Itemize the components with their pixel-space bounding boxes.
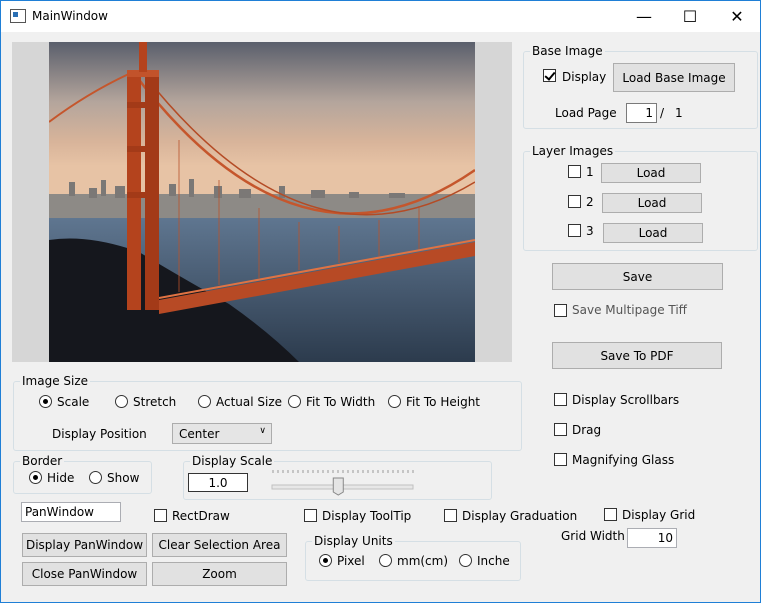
layer-2-checkbox[interactable] <box>568 195 581 208</box>
base-image-title: Base Image <box>530 44 605 58</box>
page-separator: / <box>660 106 665 120</box>
actual-size-label: Actual Size <box>216 395 283 409</box>
display-pan-window-button[interactable]: Display PanWindow <box>22 533 147 557</box>
fit-to-height-label: Fit To Height <box>406 395 480 409</box>
chevron-down-icon: ∨ <box>259 426 266 436</box>
slider-ticks <box>272 470 414 473</box>
layer-1-load-button[interactable]: Load <box>601 163 701 183</box>
border-hide-label: Hide <box>47 471 75 485</box>
display-scale-group: Display Scale <box>183 454 492 500</box>
display-position-value: Center <box>179 427 220 441</box>
image-size-group: Image Size Scale Stretch Actual Size Fit… <box>13 374 522 451</box>
display-base-checkbox[interactable] <box>543 69 556 82</box>
border-show-radio[interactable] <box>89 471 102 484</box>
magnifying-glass-label: Magnifying Glass <box>572 453 675 467</box>
display-base-label: Display <box>562 70 607 84</box>
grid-width-input[interactable] <box>627 528 677 548</box>
mm-cm-radio[interactable] <box>379 554 392 567</box>
display-position-combo[interactable]: Center ∨ <box>172 423 272 444</box>
display-tooltip-label: Display ToolTip <box>322 509 412 523</box>
close-pan-window-button[interactable]: Close PanWindow <box>22 562 147 586</box>
border-title: Border <box>20 454 65 468</box>
inches-radio[interactable] <box>459 554 472 567</box>
display-scrollbars-checkbox[interactable] <box>554 393 567 406</box>
magnifying-glass-checkbox[interactable] <box>554 453 567 466</box>
app-window-icon <box>10 9 26 23</box>
display-graduation-label: Display Graduation <box>462 509 578 523</box>
fit-to-width-label: Fit To Width <box>306 395 376 409</box>
display-tooltip-checkbox[interactable] <box>304 509 317 522</box>
border-group: Border Hide Show <box>13 454 152 494</box>
display-graduation-checkbox[interactable] <box>444 509 457 522</box>
layer-3-label: 3 <box>586 224 594 238</box>
rect-draw-label: RectDraw <box>172 509 230 523</box>
layer-1-label: 1 <box>586 165 594 179</box>
inches-label: Inches <box>477 554 510 568</box>
actual-size-radio[interactable] <box>198 395 211 408</box>
display-scale-input[interactable] <box>188 473 248 492</box>
pixel-label: Pixel <box>337 554 365 568</box>
pan-window-name-input[interactable] <box>21 502 121 522</box>
layer-3-load-button[interactable]: Load <box>603 223 703 243</box>
save-multipage-checkbox[interactable] <box>554 304 567 317</box>
layer-2-load-button[interactable]: Load <box>602 193 702 213</box>
scale-radio[interactable] <box>39 395 52 408</box>
page-total: 1 <box>675 106 683 120</box>
mm-cm-label: mm(cm) <box>397 554 449 568</box>
drag-checkbox[interactable] <box>554 423 567 436</box>
save-multipage-label: Save Multipage Tiff <box>572 303 687 317</box>
display-grid-label: Display Grid <box>622 508 696 522</box>
grid-width-label: Grid Width <box>561 529 625 543</box>
load-page-label: Load Page <box>555 106 617 120</box>
save-button[interactable]: Save <box>552 263 723 290</box>
scale-label: Scale <box>57 395 90 409</box>
rect-draw-checkbox[interactable] <box>154 509 167 522</box>
display-units-title: Display Units <box>312 534 395 548</box>
load-base-image-button[interactable]: Load Base Image <box>613 63 735 92</box>
display-scale-slider[interactable] <box>270 464 415 496</box>
maximize-button[interactable]: ☐ <box>667 1 713 32</box>
title-bar[interactable]: MainWindow — ☐ ✕ <box>1 1 760 32</box>
stretch-label: Stretch <box>133 395 177 409</box>
layer-images-group: Layer Images 1 Load 2 Load 3 Load <box>523 144 758 251</box>
border-show-label: Show <box>107 471 140 485</box>
layer-2-label: 2 <box>586 195 594 209</box>
image-size-title: Image Size <box>20 374 91 388</box>
display-scale-title: Display Scale <box>190 454 275 468</box>
image-viewer[interactable] <box>12 42 512 362</box>
load-page-input[interactable] <box>626 103 657 123</box>
display-scrollbars-label: Display Scrollbars <box>572 393 680 407</box>
drag-label: Drag <box>572 423 602 437</box>
layer-1-checkbox[interactable] <box>568 165 581 178</box>
base-image-group: Base Image Display Load Base Image Load … <box>523 44 758 129</box>
fit-to-width-radio[interactable] <box>288 395 301 408</box>
client-area: Base Image Display Load Base Image Load … <box>1 32 760 602</box>
layer-3-checkbox[interactable] <box>568 224 581 237</box>
display-grid-checkbox[interactable] <box>604 508 617 521</box>
pixel-radio[interactable] <box>319 554 332 567</box>
slider-thumb[interactable] <box>332 477 344 496</box>
fit-to-height-radio[interactable] <box>388 395 401 408</box>
main-window: MainWindow — ☐ ✕ Base Image Display Load… <box>0 0 761 603</box>
window-title: MainWindow <box>32 9 108 23</box>
close-button[interactable]: ✕ <box>714 1 760 32</box>
stretch-radio[interactable] <box>115 395 128 408</box>
minimize-button[interactable]: — <box>621 1 667 32</box>
border-hide-radio[interactable] <box>29 471 42 484</box>
display-position-label: Display Position <box>52 427 147 441</box>
save-to-pdf-button[interactable]: Save To PDF <box>552 342 722 369</box>
bridge-photo <box>49 42 475 362</box>
layer-images-title: Layer Images <box>530 144 616 158</box>
display-units-group: Display Units Pixel mm(cm) Inches <box>305 534 521 581</box>
clear-selection-area-button[interactable]: Clear Selection Area <box>152 533 287 557</box>
zoom-button[interactable]: Zoom <box>152 562 287 586</box>
